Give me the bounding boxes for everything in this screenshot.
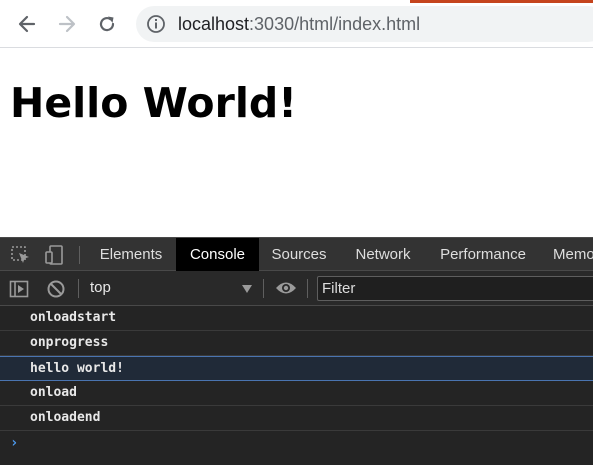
inspect-element-icon[interactable] [10,245,32,265]
browser-toolbar: localhost:3030/html/index.html [0,0,593,48]
console-message-text: onprogress [30,335,109,350]
console-prompt[interactable]: › [0,431,593,457]
context-selector[interactable]: top [86,277,256,300]
toolbar-divider [263,279,264,298]
reload-icon [99,16,115,32]
eye-icon[interactable] [275,280,297,296]
console-messages: onloadstart onprogress hello world! onlo… [0,306,593,457]
address-bar[interactable]: localhost:3030/html/index.html [136,6,593,42]
info-icon[interactable] [146,14,166,34]
console-message: onloadstart [0,306,593,331]
forward-arrow-icon [58,15,76,33]
back-button[interactable] [12,9,42,39]
active-tab-edge [410,0,593,3]
toolbar-divider [307,279,308,298]
tab-network[interactable]: Network [340,238,426,271]
url-text: localhost:3030/html/index.html [178,14,420,34]
url-host: localhost [178,14,250,34]
page-heading: Hello World! [10,79,297,127]
url-path: :3030/html/index.html [249,14,421,34]
tab-performance[interactable]: Performance [428,238,538,271]
console-message-highlighted: hello world! [0,356,593,381]
console-message-text: onloadend [30,410,101,425]
toolbar-divider [78,279,79,298]
dropdown-arrow-icon [242,285,252,293]
forward-button[interactable] [52,9,82,39]
context-label: top [90,279,111,296]
console-message-text: onload [30,385,77,400]
console-message-text: onloadstart [30,310,117,325]
tab-console[interactable]: Console [176,238,259,271]
device-toolbar-icon[interactable] [44,245,66,265]
reload-button[interactable] [92,9,122,39]
console-message: onloadend [0,406,593,431]
tab-elements[interactable]: Elements [87,238,175,271]
console-message-text: hello world! [30,361,124,376]
tab-sources[interactable]: Sources [260,238,338,271]
console-message: onload [0,381,593,406]
console-message: onprogress [0,331,593,356]
tab-memory[interactable]: Memo [553,238,593,271]
sidebar-toggle-icon[interactable] [9,279,29,299]
devtools-tab-bar: Elements Console Sources Network Perform… [0,237,593,271]
prompt-chevron-icon: › [10,435,19,451]
page-viewport: Hello World! [0,49,593,237]
console-toolbar: top [0,271,593,306]
clear-console-icon[interactable] [46,279,66,299]
filter-input[interactable] [317,276,593,301]
devtools-panel: Elements Console Sources Network Perform… [0,237,593,465]
toolbar-divider [79,246,80,264]
back-arrow-icon [18,15,36,33]
